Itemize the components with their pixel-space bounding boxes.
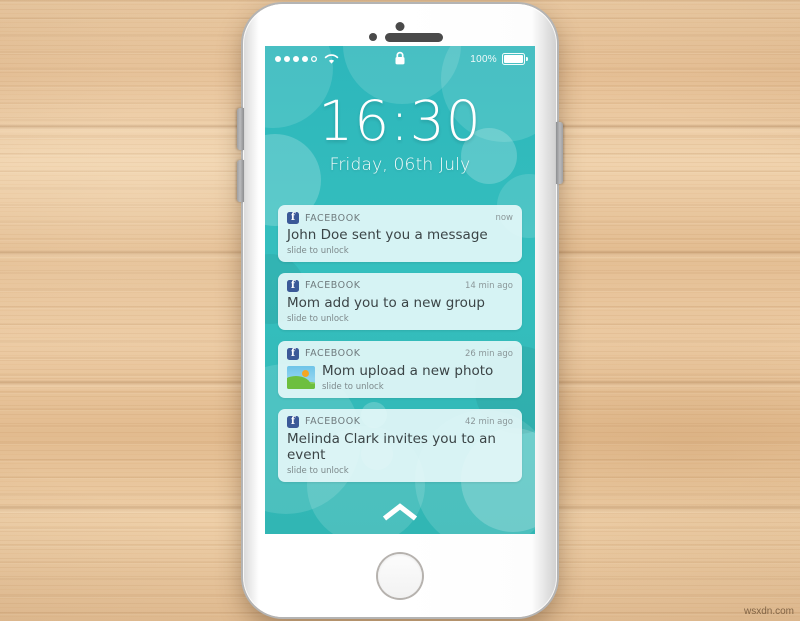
- notification-timestamp: 26 min ago: [464, 348, 513, 359]
- notification-text-group: Mom add you to a new group slide to unloc…: [287, 294, 485, 324]
- battery-percent-label: 100%: [470, 53, 497, 65]
- notification-app-name: FACEBOOK: [305, 212, 361, 224]
- notification-timestamp: 14 min ago: [464, 280, 513, 291]
- lock-icon: [395, 51, 405, 65]
- battery-icon: [502, 53, 528, 65]
- notification-app-name: FACEBOOK: [305, 348, 361, 360]
- front-camera-icon: [395, 22, 405, 31]
- notification-header: f FACEBOOK 26 min ago: [287, 347, 513, 360]
- facebook-icon: f: [287, 279, 299, 292]
- notification-card[interactable]: f FACEBOOK 14 min ago Mom add you to a new …: [278, 272, 522, 330]
- notification-app-name: FACEBOOK: [305, 280, 361, 292]
- notification-card[interactable]: f FACEBOOK now John Doe sent you a message s…: [278, 205, 522, 262]
- notification-card[interactable]: f FACEBOOK 42 min ago Melinda Clark invites…: [278, 408, 522, 482]
- notification-header: f FACEBOOK now: [287, 212, 513, 224]
- notification-text-group: Melinda Clark invites you to an event sli…: [287, 430, 513, 476]
- slide-to-unlock-hint[interactable]: slide to unlock: [287, 466, 513, 476]
- notification-card[interactable]: f FACEBOOK 26 min ago Mom upload a new phot…: [278, 340, 522, 398]
- chevron-up-icon[interactable]: [382, 503, 418, 522]
- smartphone-device: 100% 16:30 Friday, 06th July f FACEBOOK no…: [237, 4, 563, 617]
- notification-text-group: John Doe sent you a message slide to unlo…: [287, 227, 488, 256]
- phone-screen[interactable]: 100% 16:30 Friday, 06th July f FACEBOOK no…: [265, 46, 535, 534]
- facebook-icon: f: [287, 415, 299, 428]
- notification-body: Melinda Clark invites you to an event sli…: [287, 430, 513, 476]
- notification-message: Mom add you to a new group: [287, 294, 485, 311]
- earpiece-speaker: [385, 33, 443, 42]
- volume-down-button[interactable]: [237, 160, 244, 202]
- slide-to-unlock-hint[interactable]: slide to unlock: [322, 382, 493, 392]
- notification-timestamp: 42 min ago: [464, 416, 513, 427]
- notification-timestamp: now: [495, 213, 513, 223]
- watermark: wsxdn.com: [743, 606, 794, 617]
- notification-header: f FACEBOOK 14 min ago: [287, 279, 513, 292]
- signal-strength-icon: [275, 56, 317, 62]
- wifi-icon: [324, 53, 339, 64]
- notification-body: John Doe sent you a message slide to unlo…: [287, 227, 513, 256]
- battery-indicator: 100%: [470, 53, 528, 65]
- notification-message: Melinda Clark invites you to an event: [287, 430, 496, 463]
- home-button[interactable]: [378, 554, 422, 598]
- proximity-sensor-icon: [369, 33, 377, 41]
- slide-to-unlock-hint[interactable]: slide to unlock: [287, 246, 488, 256]
- notification-app-name: FACEBOOK: [305, 416, 361, 428]
- status-bar: 100%: [265, 46, 535, 72]
- clock-date: Friday, 06th July: [329, 155, 471, 175]
- facebook-icon: f: [287, 347, 299, 360]
- facebook-icon: f: [287, 212, 299, 224]
- power-button[interactable]: [556, 122, 563, 184]
- notification-message: John Doe sent you a message: [287, 227, 488, 243]
- notification-list: f FACEBOOK now John Doe sent you a message s…: [278, 205, 522, 482]
- clock-time: 16:30: [318, 89, 482, 153]
- slide-to-unlock-hint[interactable]: slide to unlock: [287, 314, 485, 324]
- notification-text-group: Mom upload a new photo slide to unlock: [322, 362, 494, 392]
- volume-up-button[interactable]: [237, 108, 244, 150]
- notification-message: Mom upload a new photo: [322, 362, 494, 379]
- lock-screen-clock: 16:30 Friday, 06th July: [265, 89, 535, 176]
- photo-thumbnail-icon: [287, 366, 315, 390]
- notification-header: f FACEBOOK 42 min ago: [287, 415, 513, 428]
- notification-body: Mom add you to a new group slide to unloc…: [287, 294, 513, 324]
- battery-fill: [504, 55, 523, 63]
- notification-body: Mom upload a new photo slide to unlock: [287, 362, 513, 392]
